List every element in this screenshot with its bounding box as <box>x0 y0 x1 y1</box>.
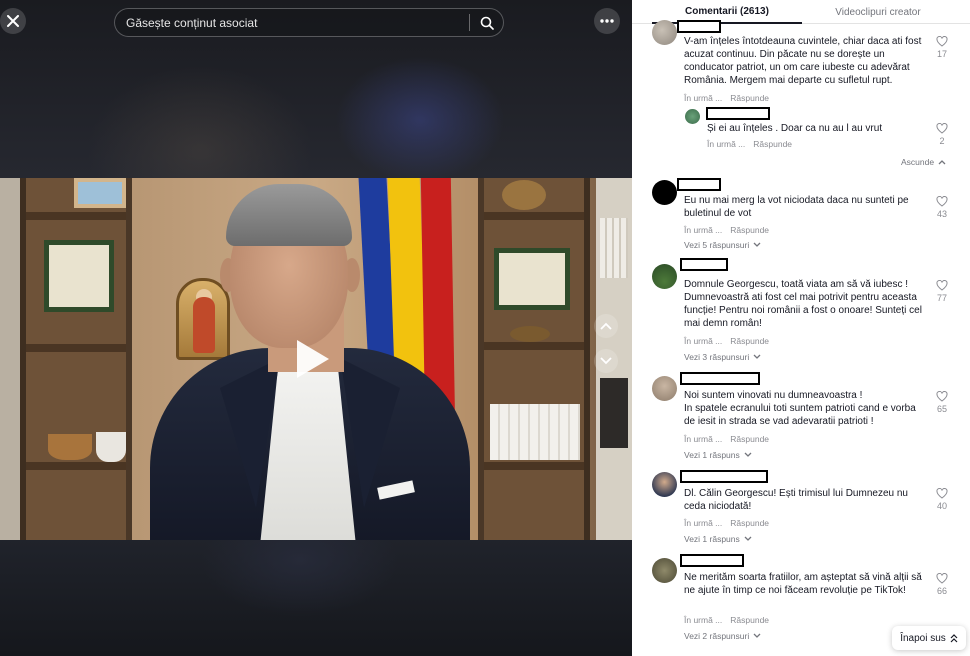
view-replies-button[interactable]: Vezi 2 răspunsuri <box>684 631 761 641</box>
chevron-down-icon <box>744 536 752 541</box>
comment-meta: În urmă ... Răspunde <box>684 615 769 625</box>
search-input[interactable] <box>115 9 469 36</box>
chevron-down-icon <box>753 354 761 359</box>
username-redacted[interactable] <box>680 258 728 271</box>
play-button[interactable] <box>295 338 331 380</box>
like-count: 17 <box>936 49 947 59</box>
comment-meta: În urmă ... Răspunde <box>684 93 769 103</box>
chevron-down-icon <box>753 242 761 247</box>
view-replies-button[interactable]: Vezi 1 răspuns <box>684 450 752 460</box>
avatar[interactable] <box>652 264 677 289</box>
like-count: 2 <box>939 136 945 146</box>
video-pane <box>0 0 632 656</box>
comment-meta: În urmă ... Răspunde <box>684 336 769 346</box>
comment-text: Domnule Georgescu, toată viata am să vă … <box>684 279 922 329</box>
side-shelf-left <box>0 178 20 540</box>
search-button[interactable] <box>470 8 503 37</box>
avatar[interactable] <box>652 20 677 45</box>
comment-time: În urmă ... <box>684 225 723 235</box>
comment-time: În urmă ... <box>684 615 723 625</box>
like-button[interactable]: 66 <box>935 573 949 596</box>
chevron-down-icon <box>600 357 612 365</box>
like-button[interactable]: 43 <box>935 196 949 219</box>
bookshelf-left <box>20 178 132 540</box>
heart-icon <box>936 391 948 402</box>
reply-button[interactable]: Răspunde <box>730 518 769 528</box>
blurred-background-bottom <box>0 540 632 656</box>
heart-icon <box>936 196 948 207</box>
chevron-up-icon <box>938 160 946 165</box>
avatar[interactable] <box>685 109 700 124</box>
play-icon <box>297 340 329 378</box>
search-bar <box>114 8 504 37</box>
avatar[interactable] <box>652 376 677 401</box>
comment-meta: În urmă ... Răspunde <box>684 434 769 444</box>
back-to-top-button[interactable]: Înapoi sus <box>892 626 966 650</box>
tab-creator-videos[interactable]: Videoclipuri creator <box>810 0 946 24</box>
chevron-up-icon <box>600 322 612 330</box>
heart-icon <box>936 573 948 584</box>
view-replies-button[interactable]: Vezi 5 răspunsuri <box>684 240 761 250</box>
comments-pane: Comentarii (2613) Videoclipuri creator V… <box>632 0 970 656</box>
reply-button[interactable]: Răspunde <box>730 93 769 103</box>
username-redacted[interactable] <box>677 178 721 191</box>
like-count: 40 <box>936 501 947 511</box>
username-redacted[interactable] <box>680 554 744 567</box>
reply-button[interactable]: Răspunde <box>730 336 769 346</box>
comment-text: Noi suntem vinovati nu dumneavoastra ! I… <box>684 390 916 427</box>
next-video-button[interactable] <box>594 349 618 373</box>
like-button[interactable]: 2 <box>935 123 949 146</box>
comment-text: Eu nu mai merg la vot niciodata daca nu … <box>684 195 909 219</box>
chevron-down-icon <box>744 452 752 457</box>
collapse-replies-button[interactable]: Ascunde <box>901 157 946 167</box>
close-icon <box>7 15 19 27</box>
comment-time: În urmă ... <box>684 518 723 528</box>
reply-button[interactable]: Răspunde <box>730 225 769 235</box>
comment-text: V-am înțeles întotdeauna cuvintele, chia… <box>684 36 922 86</box>
reply-time: În urmă ... <box>707 139 746 149</box>
more-dots-icon <box>600 19 614 23</box>
like-button[interactable]: 77 <box>935 280 949 303</box>
heart-icon <box>936 36 948 47</box>
reply-button[interactable]: Răspunde <box>730 434 769 444</box>
like-count: 43 <box>936 209 947 219</box>
previous-video-button[interactable] <box>594 314 618 338</box>
more-options-button[interactable] <box>594 8 620 34</box>
username-redacted[interactable] <box>677 20 721 33</box>
bookshelf-right <box>478 178 590 540</box>
username-redacted[interactable] <box>680 372 760 385</box>
heart-icon <box>936 488 948 499</box>
comment-time: În urmă ... <box>684 434 723 444</box>
comment-time: În urmă ... <box>684 93 723 103</box>
reply-text: Și ei au înțeles . Doar ca nu au l au vr… <box>707 123 883 134</box>
comment-time: În urmă ... <box>684 336 723 346</box>
chevron-down-icon <box>753 633 761 638</box>
view-replies-button[interactable]: Vezi 3 răspunsuri <box>684 352 761 362</box>
heart-icon <box>936 280 948 291</box>
close-button[interactable] <box>0 8 26 34</box>
search-icon <box>480 16 494 30</box>
comment-meta: În urmă ... Răspunde <box>684 518 769 528</box>
reply-meta: În urmă ... Răspunde <box>707 139 792 149</box>
username-redacted[interactable] <box>680 470 768 483</box>
view-replies-button[interactable]: Vezi 1 răspuns <box>684 534 752 544</box>
like-count: 65 <box>936 404 947 414</box>
tab-comments[interactable]: Comentarii (2613) <box>652 0 802 24</box>
like-count: 77 <box>936 293 947 303</box>
username-redacted[interactable] <box>706 107 770 120</box>
reply-button[interactable]: Răspunde <box>753 139 792 149</box>
like-button[interactable]: 40 <box>935 488 949 511</box>
double-chevron-up-icon <box>950 633 958 642</box>
like-button[interactable]: 17 <box>935 36 949 59</box>
comment-text: Ne merităm soarta fratiilor, am așteptat… <box>684 572 922 596</box>
like-count: 66 <box>936 586 947 596</box>
heart-icon <box>936 123 948 134</box>
reply-button[interactable]: Răspunde <box>730 615 769 625</box>
comment-text: Dl. Călin Georgescu! Ești trimisul lui D… <box>684 488 908 512</box>
comment-meta: În urmă ... Răspunde <box>684 225 769 235</box>
like-button[interactable]: 65 <box>935 391 949 414</box>
avatar[interactable] <box>652 558 677 583</box>
avatar[interactable] <box>652 472 677 497</box>
avatar[interactable] <box>652 180 677 205</box>
